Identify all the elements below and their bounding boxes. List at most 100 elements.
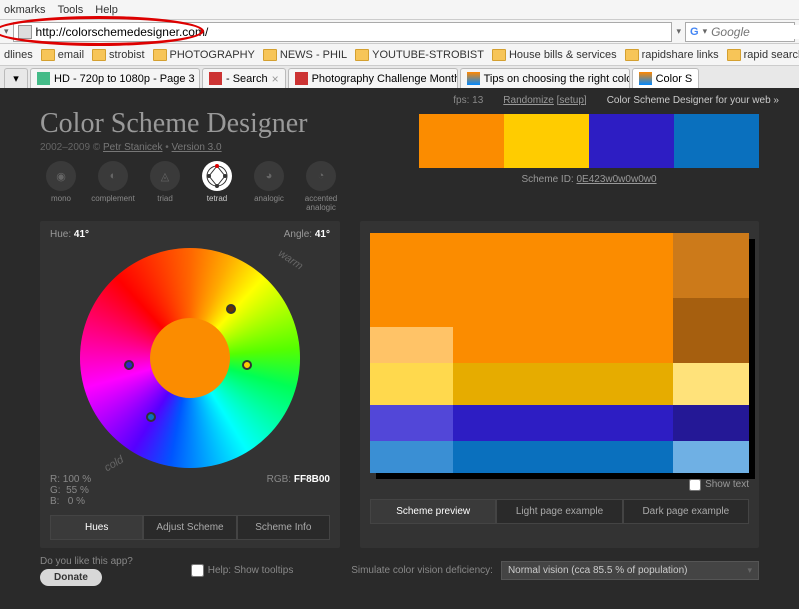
- swatch: [453, 405, 673, 441]
- bookmark-item[interactable]: House bills & services: [492, 49, 617, 61]
- mode-tetrad[interactable]: tetrad: [196, 161, 238, 213]
- right-tabs: Scheme preview Light page example Dark p…: [370, 499, 749, 524]
- menu-tools[interactable]: Tools: [58, 4, 84, 16]
- version-link[interactable]: Version 3.0: [172, 142, 222, 153]
- bookmark-item[interactable]: rapidshare links: [625, 49, 719, 61]
- randomize-link[interactable]: Randomize: [503, 95, 554, 106]
- bookmark-item[interactable]: strobist: [92, 49, 144, 61]
- wheel-panel: Hue: 41° Angle: 41° warm cold R: 100 % G…: [40, 221, 340, 548]
- palette-strip: [419, 114, 759, 168]
- page-icon: [18, 25, 32, 39]
- folder-icon: [727, 49, 741, 61]
- swatch: [453, 441, 673, 473]
- bookmark-item[interactable]: NEWS - PHIL: [263, 49, 347, 61]
- tab-list-button[interactable]: ▾: [4, 68, 28, 88]
- bottom-bar: Do you like this app? Donate Help: Show …: [0, 548, 799, 594]
- tetrad-icon: [205, 164, 229, 188]
- scheme-id-link[interactable]: 0E423w0w0w0w0: [576, 174, 656, 185]
- wheel-pointer[interactable]: [124, 360, 134, 370]
- rgb-pct: R: 100 % G: 55 % B: 0 %: [50, 474, 91, 507]
- close-icon[interactable]: ×: [199, 72, 200, 86]
- tab-adjust[interactable]: Adjust Scheme: [143, 515, 236, 540]
- palette-swatch[interactable]: [504, 114, 589, 168]
- setup-link[interactable]: [setup]: [557, 95, 587, 106]
- mode-picker: ◉mono ◐complement ◬triad tetrad ◕analogi…: [40, 161, 389, 213]
- swatch: [370, 405, 453, 441]
- palette-swatch[interactable]: [419, 114, 504, 168]
- folder-icon: [625, 49, 639, 61]
- color-wheel[interactable]: warm cold: [80, 248, 300, 468]
- browser-tab[interactable]: - Search×: [202, 68, 286, 88]
- show-text-checkbox[interactable]: [689, 479, 701, 491]
- folder-icon: [41, 49, 55, 61]
- search-input[interactable]: [711, 25, 799, 39]
- warm-label: warm: [276, 247, 305, 272]
- swatch: [673, 441, 749, 473]
- wheel-pointer[interactable]: [146, 412, 156, 422]
- swatch: [453, 363, 673, 405]
- url-input[interactable]: [36, 25, 668, 39]
- bookmarks-toolbar: dlines email strobist PHOTOGRAPHY NEWS -…: [0, 44, 799, 66]
- mode-analogic[interactable]: ◕analogic: [248, 161, 290, 213]
- swatch: [453, 233, 673, 363]
- angle-label: Angle: 41°: [284, 229, 330, 240]
- favicon: [639, 72, 652, 85]
- tab-info[interactable]: Scheme Info: [237, 515, 330, 540]
- subtitle: 2002–2009 © Petr Stanicek • Version 3.0: [40, 142, 389, 153]
- browser-tab[interactable]: Photography Challenge Monthly×: [288, 68, 458, 88]
- help-label: Help: Show tooltips: [208, 565, 294, 576]
- browser-tab[interactable]: HD - 720p to 1080p - Page 3×: [30, 68, 200, 88]
- tab-hues[interactable]: Hues: [50, 515, 143, 540]
- swatch: [370, 441, 453, 473]
- folder-icon: [263, 49, 277, 61]
- swatch: [673, 405, 749, 441]
- address-bar: ▾ ▾ G▾: [0, 20, 799, 44]
- mode-triad[interactable]: ◬triad: [144, 161, 186, 213]
- help-checkbox[interactable]: [191, 564, 204, 577]
- swatch: [673, 363, 749, 405]
- menu-bookmarks[interactable]: okmarks: [4, 4, 46, 16]
- wheel-pointer[interactable]: [226, 304, 236, 314]
- mode-accented-analogic[interactable]: ◔accented analogic: [300, 161, 342, 213]
- palette-swatch[interactable]: [674, 114, 759, 168]
- search-field-wrap[interactable]: G▾: [685, 22, 795, 42]
- menu-help[interactable]: Help: [95, 4, 118, 16]
- bookmark-item[interactable]: YOUTUBE-STROBIST: [355, 49, 484, 61]
- show-text-toggle[interactable]: Show text: [370, 479, 749, 491]
- back-dropdown-icon[interactable]: ▾: [4, 26, 9, 37]
- author-link[interactable]: Petr Stanicek: [103, 142, 162, 153]
- app-body: fps: 13 Randomize [setup] Color Scheme D…: [0, 88, 799, 609]
- scheme-id: Scheme ID: 0E423w0w0w0w0: [419, 174, 759, 185]
- palette-swatch[interactable]: [589, 114, 674, 168]
- donate-button[interactable]: Donate: [40, 569, 102, 586]
- swatch: [370, 363, 453, 405]
- like-label: Do you like this app?: [40, 556, 133, 567]
- bookmark-item[interactable]: PHOTOGRAPHY: [153, 49, 255, 61]
- browser-tab[interactable]: Color S: [632, 68, 700, 88]
- menu-bar: okmarks Tools Help: [0, 0, 799, 20]
- folder-icon: [153, 49, 167, 61]
- favicon: [295, 72, 308, 85]
- left-tabs: Hues Adjust Scheme Scheme Info: [50, 515, 330, 540]
- tab-light-example[interactable]: Light page example: [496, 499, 622, 524]
- favicon: [467, 72, 480, 85]
- tagline[interactable]: Color Scheme Designer for your web »: [607, 95, 779, 106]
- browser-tab[interactable]: Tips on choosing the right color ...×: [460, 68, 630, 88]
- google-icon: G: [690, 26, 699, 38]
- swatch: [370, 233, 453, 363]
- tab-scheme-preview[interactable]: Scheme preview: [370, 499, 496, 524]
- bookmark-item[interactable]: dlines: [4, 49, 33, 61]
- mode-complement[interactable]: ◐complement: [92, 161, 134, 213]
- bookmark-item[interactable]: email: [41, 49, 84, 61]
- scheme-preview-grid: [370, 233, 749, 473]
- tab-dark-example[interactable]: Dark page example: [623, 499, 749, 524]
- vision-select[interactable]: Normal vision (cca 85.5 % of population)…: [501, 561, 759, 580]
- url-dropdown-icon[interactable]: ▾: [676, 26, 681, 37]
- mode-mono[interactable]: ◉mono: [40, 161, 82, 213]
- url-field-wrap[interactable]: [13, 22, 673, 42]
- close-icon[interactable]: ×: [272, 72, 279, 86]
- bookmark-item[interactable]: rapid search: [727, 49, 799, 61]
- favicon: [37, 72, 50, 85]
- wheel-pointer[interactable]: [242, 360, 252, 370]
- hue-label: Hue: 41°: [50, 229, 89, 240]
